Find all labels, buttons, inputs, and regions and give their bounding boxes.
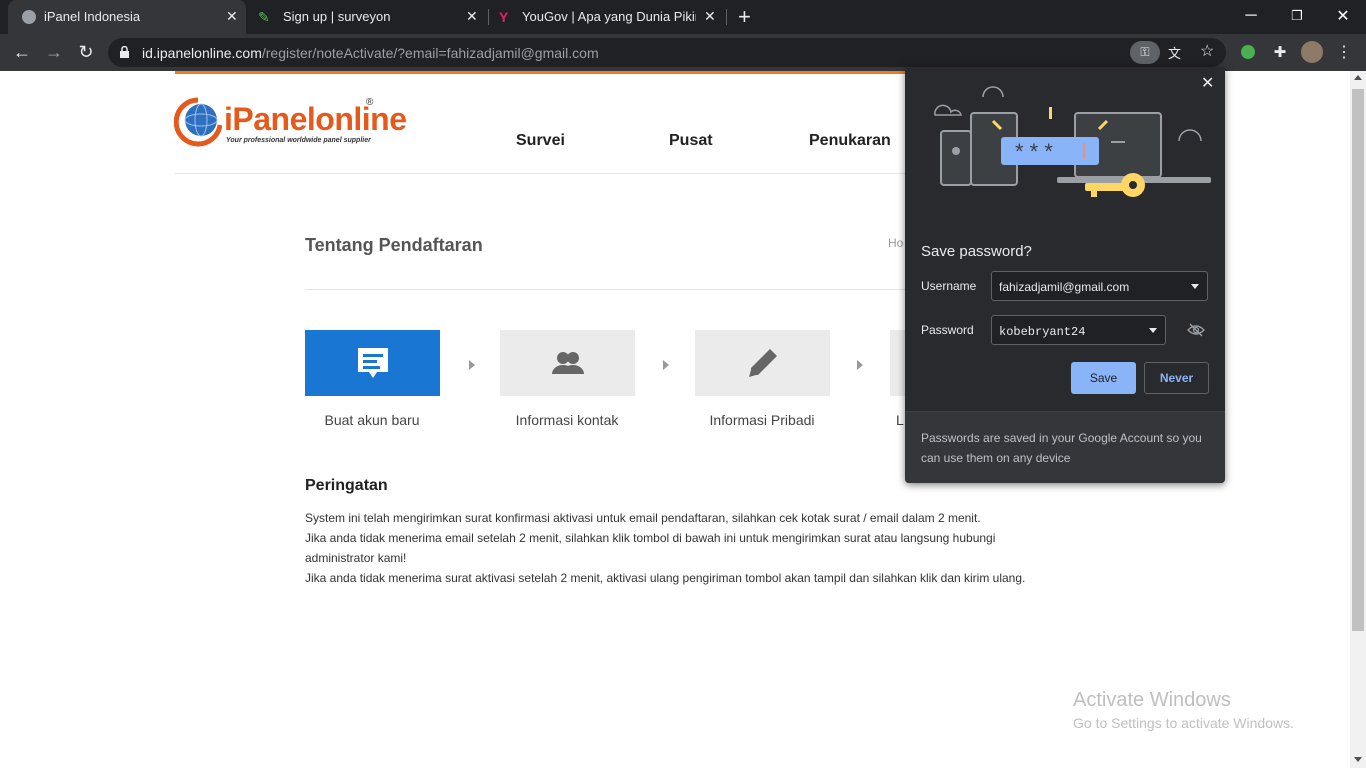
- pencil-icon: [748, 349, 777, 377]
- avatar[interactable]: [1298, 38, 1326, 66]
- username-field[interactable]: fahizadjamil@gmail.com: [991, 271, 1208, 301]
- header-accent-line: [175, 71, 905, 74]
- windows-watermark: Activate Windows Go to Settings to activ…: [1073, 689, 1294, 731]
- save-button[interactable]: Save: [1071, 362, 1136, 394]
- never-button[interactable]: Never: [1144, 362, 1209, 394]
- watermark-line-2: Go to Settings to activate Windows.: [1073, 715, 1294, 731]
- step-4-box: [890, 330, 905, 396]
- close-icon[interactable]: ✕: [226, 8, 238, 25]
- surveyon-icon: ✎: [258, 9, 270, 25]
- eye-off-icon[interactable]: [1187, 323, 1205, 337]
- save-password-dialog: ✕ * * * Save password? Username fahizadj…: [905, 67, 1225, 483]
- logo-text: iPanelonline: [224, 101, 407, 137]
- lock-icon: [120, 45, 129, 58]
- warning-line: Jika anda tidak menerima surat aktivasi …: [305, 571, 1026, 585]
- restore-icon[interactable]: ❐: [1274, 0, 1320, 32]
- url-text: id.ipanelonline.com/register/noteActivat…: [142, 45, 599, 61]
- username-label: Username: [921, 279, 977, 293]
- page-title: Tentang Pendaftaran: [305, 235, 483, 255]
- tab-yougov[interactable]: Y YouGov | Apa yang Dunia Pikirkan ✕: [490, 0, 726, 34]
- menu-icon[interactable]: ⋮: [1330, 38, 1358, 66]
- scroll-thumb[interactable]: [1352, 89, 1364, 631]
- translate-icon[interactable]: 文: [1168, 43, 1181, 62]
- dialog-title: Save password?: [921, 243, 1032, 260]
- password-label: Password: [921, 323, 974, 337]
- new-tab-button[interactable]: +: [738, 4, 751, 30]
- warning-line: System ini telah mengirimkan surat konfi…: [305, 511, 981, 525]
- globe-icon: [22, 10, 36, 24]
- forward-icon[interactable]: →: [40, 38, 68, 66]
- password-illustration: * * *: [934, 86, 1211, 197]
- password-value: kobebryant24: [999, 325, 1086, 339]
- chevron-down-icon[interactable]: [1149, 328, 1157, 333]
- globe-logo-icon: [174, 97, 222, 147]
- page-scrollbar[interactable]: [1350, 71, 1366, 768]
- tab-title: Sign up | surveyon: [283, 9, 391, 24]
- step-1-box: [305, 330, 440, 396]
- window-close-icon[interactable]: ✕: [1320, 0, 1366, 32]
- breadcrumb[interactable]: Ho: [888, 236, 903, 250]
- browser-toolbar: ← → ↻ id.ipanelonline.com/register/noteA…: [0, 34, 1366, 71]
- step-3-label: Informasi Pribadi: [709, 412, 815, 428]
- close-icon[interactable]: ✕: [466, 8, 478, 25]
- close-icon[interactable]: ✕: [704, 8, 716, 25]
- step-arrow: [469, 360, 475, 370]
- extension-icon[interactable]: [1234, 38, 1262, 66]
- step-3-box: [695, 330, 830, 396]
- back-icon[interactable]: ←: [8, 38, 36, 66]
- tab-title: iPanel Indonesia: [44, 9, 141, 24]
- users-icon: [551, 352, 584, 374]
- logo-tagline: Your professional worldwide panel suppli…: [226, 137, 371, 144]
- step-4-label: L: [896, 412, 904, 428]
- tab-surveyon[interactable]: ✎ Sign up | surveyon ✕: [250, 0, 486, 34]
- warning-line: Jika anda tidak menerima email setelah 2…: [305, 531, 996, 565]
- tab-ipanel[interactable]: iPanel Indonesia ✕: [8, 0, 246, 34]
- chevron-down-icon[interactable]: [1191, 284, 1199, 289]
- puzzle-icon[interactable]: ✚: [1266, 38, 1294, 66]
- tab-separator: [488, 9, 489, 25]
- dialog-footer: Passwords are saved in your Google Accou…: [905, 411, 1225, 483]
- username-value: fahizadjamil@gmail.com: [999, 280, 1130, 294]
- logo-registered: ®: [366, 97, 374, 108]
- yougov-icon: Y: [499, 9, 509, 25]
- step-2-label: Informasi kontak: [515, 412, 619, 428]
- warning-title: Peringatan: [305, 477, 388, 494]
- step-1-label: Buat akun baru: [324, 412, 420, 428]
- key-icon[interactable]: ⚿: [1130, 41, 1160, 64]
- chat-bubble-icon: [357, 348, 388, 378]
- step-2-box: [500, 330, 635, 396]
- scroll-up-arrow[interactable]: [1354, 75, 1362, 80]
- scroll-down-arrow[interactable]: [1354, 757, 1362, 762]
- watermark-line-1: Activate Windows: [1073, 689, 1231, 711]
- password-field[interactable]: kobebryant24: [991, 315, 1166, 345]
- tab-title: YouGov | Apa yang Dunia Pikirkan: [522, 9, 696, 24]
- minimize-icon[interactable]: ─: [1228, 0, 1274, 32]
- warning-text: System ini telah mengirimkan surat konfi…: [305, 508, 1045, 588]
- tab-separator: [726, 9, 727, 25]
- step-arrow: [857, 360, 863, 370]
- nav-survei[interactable]: Survei: [516, 132, 565, 150]
- header-divider: [175, 173, 905, 174]
- reload-icon[interactable]: ↻: [72, 38, 100, 66]
- nav-penukaran[interactable]: Penukaran: [809, 132, 891, 150]
- title-divider: [305, 289, 905, 290]
- bookmark-star-icon[interactable]: ☆: [1200, 41, 1214, 61]
- tab-strip: iPanel Indonesia ✕ ✎ Sign up | surveyon …: [0, 0, 1366, 34]
- nav-pusat[interactable]: Pusat: [669, 132, 713, 150]
- password-mask: * * *: [1015, 139, 1053, 164]
- step-arrow: [663, 360, 669, 370]
- address-bar[interactable]: id.ipanelonline.com/register/noteActivat…: [108, 38, 1226, 67]
